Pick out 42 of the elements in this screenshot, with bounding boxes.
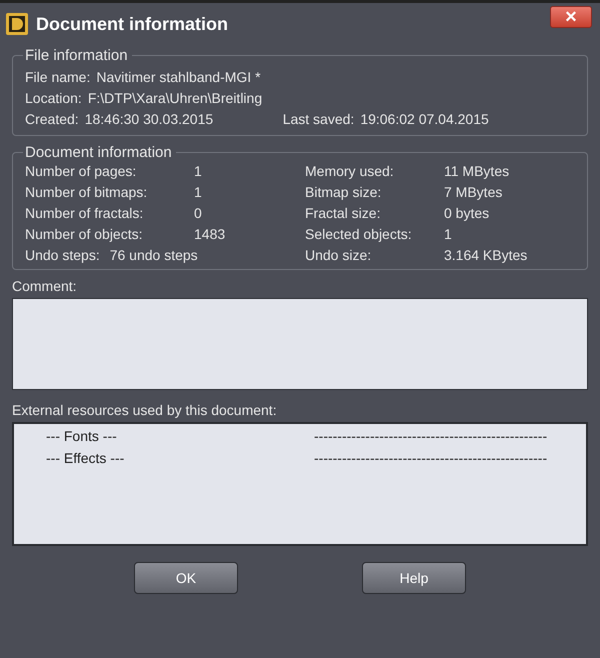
group-title: File information: [24, 47, 129, 64]
field-label: Selected objects:: [305, 226, 413, 242]
list-item: --- Effects ---: [46, 450, 126, 466]
field-value: 0 bytes: [444, 205, 490, 221]
field-label: Undo steps:: [25, 247, 100, 263]
field-value: Navitimer stahlband-MGI *: [96, 68, 261, 84]
field-value: 11 MBytes: [444, 163, 510, 179]
field-value: F:\DTP\Xara\Uhren\Breitling: [88, 90, 262, 106]
field-value: 1483: [194, 226, 226, 242]
field-label: File name:: [25, 68, 90, 84]
field-label: Memory used:: [305, 163, 395, 179]
field-label: Created:: [25, 110, 79, 126]
list-item: --------------------------------------------------: [314, 450, 548, 466]
field-value: 19:06:02 07.04.2015: [360, 110, 489, 126]
comment-field[interactable]: [12, 298, 588, 390]
field-value: 18:46:30 30.03.2015: [84, 110, 214, 126]
field-label: Number of pages:: [25, 163, 138, 179]
list-item: --------------------------------------------------: [314, 428, 548, 444]
field-label: Undo size:: [305, 247, 372, 263]
field-value: 1: [194, 184, 203, 200]
field-label: Last saved:: [282, 110, 354, 126]
field-label: Number of objects:: [25, 226, 144, 242]
dialog-button[interactable]: OK: [134, 562, 238, 594]
field-value: 1: [444, 226, 453, 242]
comment-label: Comment:: [12, 278, 78, 294]
field-label: Number of fractals:: [25, 205, 144, 221]
field-value: 0: [194, 205, 203, 221]
list-item: --- Fonts ---: [46, 428, 118, 444]
field-label: Fractal size:: [305, 205, 382, 221]
resources-label: External resources used by this document:: [12, 402, 278, 418]
field-label: Location:: [25, 90, 82, 106]
field-value: 1: [194, 163, 203, 179]
group-title: Document information: [24, 144, 173, 161]
field-label: Number of bitmaps:: [25, 184, 148, 200]
field-value: 76 undo steps: [110, 247, 198, 263]
field-value: 3.164 KBytes: [444, 247, 528, 263]
dialog-button[interactable]: Help: [362, 562, 466, 594]
window-title: Document information: [36, 14, 229, 34]
close-button[interactable]: ×: [550, 6, 592, 28]
app-logo-icon: [6, 13, 28, 35]
field-label: Bitmap size:: [305, 184, 382, 200]
field-value: 7 MBytes: [444, 184, 504, 200]
